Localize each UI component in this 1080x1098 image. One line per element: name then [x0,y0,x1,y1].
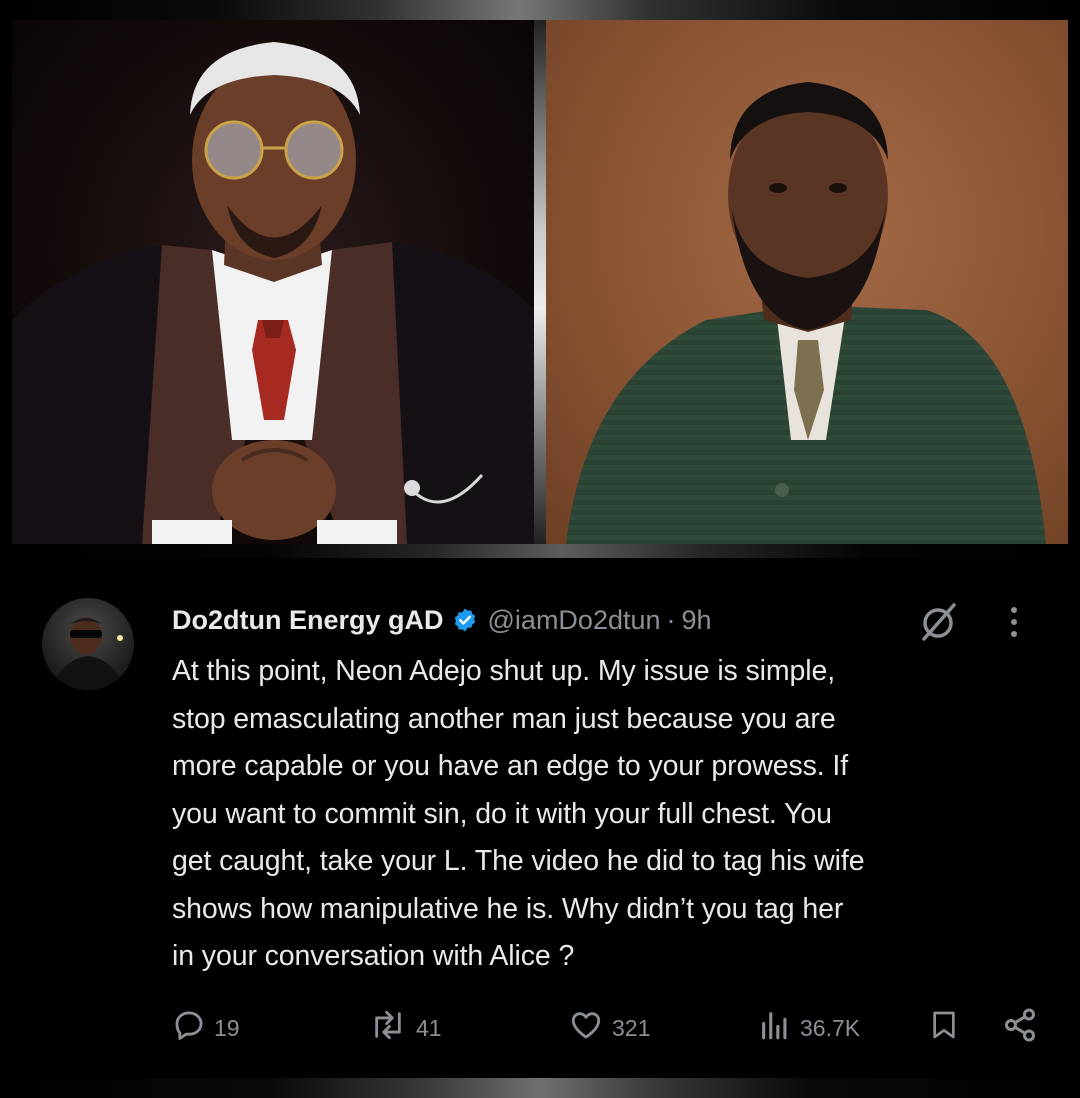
timestamp[interactable]: 9h [682,605,712,636]
avatar-image [52,617,124,690]
left-portrait-illustration [12,42,534,544]
reply-count: 19 [214,1014,240,1041]
photo-collage [12,20,1068,544]
avatar[interactable] [42,598,134,690]
left-portrait-photo[interactable] [12,20,534,544]
photo-divider [534,20,546,544]
frame-top-glint [0,0,1080,22]
repost-count: 41 [416,1014,442,1041]
right-portrait-photo[interactable] [546,20,1068,544]
tweet-actions: 19 41 321 36.7K [172,1008,1042,1048]
repost-icon [368,1008,408,1048]
display-name[interactable]: Do2dtun Energy gAD [172,605,444,636]
separator-dot: · [666,604,676,635]
share-icon [1002,1007,1038,1049]
views-icon [758,1008,792,1048]
tweet-card: Do2dtun Energy gAD @iamDo2dtun · 9h At t… [12,560,1068,1078]
tweet-text: At this point, Neon Adejo shut up. My is… [172,655,865,972]
views-count: 36.7K [800,1014,861,1041]
repost-button[interactable]: 41 [368,1008,442,1048]
like-icon [568,1008,604,1048]
grok-icon[interactable] [916,602,960,647]
reply-button[interactable]: 19 [172,1008,240,1048]
tweet-header: Do2dtun Energy gAD @iamDo2dtun · 9h [172,600,712,640]
frame-middle-glint [0,544,1080,558]
bookmark-icon [928,1007,960,1049]
verified-badge-icon [452,607,478,633]
handle[interactable]: @iamDo2dtun [488,605,661,636]
like-count: 321 [612,1014,651,1041]
views-button[interactable]: 36.7K [758,1008,860,1048]
share-button[interactable] [1002,1008,1038,1048]
right-portrait-illustration [566,82,1046,544]
more-options-icon[interactable] [1008,604,1020,645]
frame-bottom-glint [0,1078,1080,1098]
bookmark-button[interactable] [928,1008,960,1048]
reply-icon [172,1008,206,1048]
like-button[interactable]: 321 [568,1008,650,1048]
